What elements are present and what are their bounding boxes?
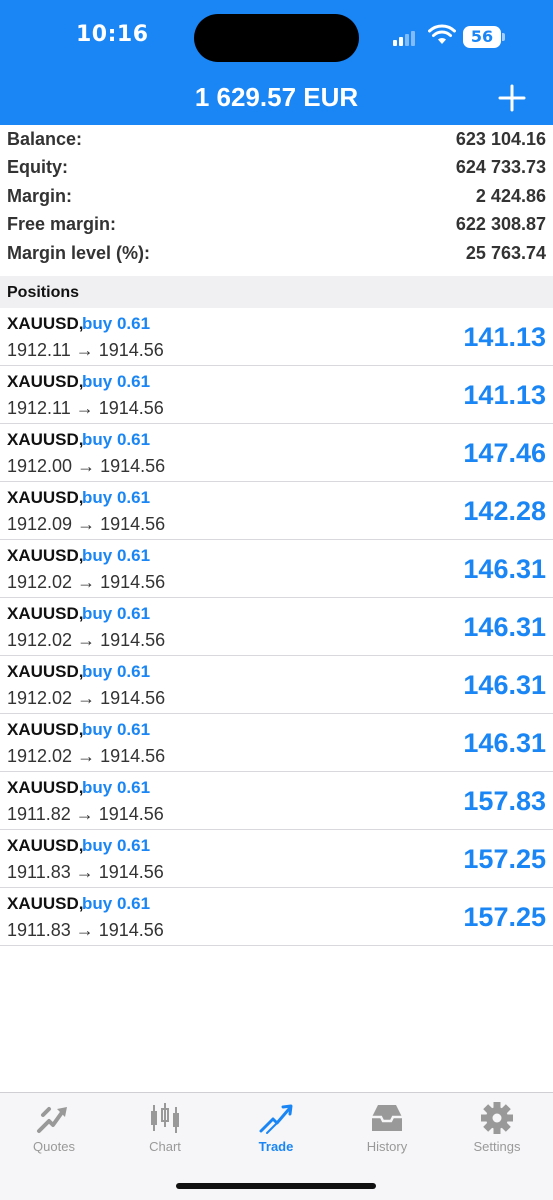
position-type: buy 0.61 [82, 778, 151, 797]
position-symbol: XAUUSD, [7, 720, 84, 739]
position-symbol: XAUUSD, [7, 430, 84, 449]
position-prices: 1911.82 → 1914.56 [7, 804, 164, 824]
equity-row: Equity: 624 733.73 [0, 154, 553, 183]
balance-row: Balance: 623 104.16 [0, 125, 553, 154]
position-type: buy 0.61 [82, 546, 151, 565]
tab-history[interactable]: History [347, 1101, 427, 1154]
position-symbol: XAUUSD, [7, 314, 84, 333]
margin-label: Margin: [7, 185, 72, 206]
position-profit: 146.31 [463, 670, 546, 700]
position-profit: 146.31 [463, 728, 546, 758]
position-prices: 1912.02 → 1914.56 [7, 572, 166, 592]
status-time: 10:16 [76, 22, 149, 47]
position-type: buy 0.61 [82, 430, 151, 449]
position-row[interactable]: XAUUSD, buy 0.61 1911.83 → 1914.56 157.2… [0, 830, 553, 888]
margin-level-row: Margin level (%): 25 763.74 [0, 239, 553, 268]
position-symbol: XAUUSD, [7, 546, 84, 565]
gear-icon [481, 1102, 513, 1134]
position-prices: 1911.83 → 1914.56 [7, 920, 164, 940]
tab-chart-label: Chart [149, 1139, 181, 1154]
position-profit: 147.46 [463, 438, 546, 468]
chart-icon [151, 1103, 179, 1133]
position-prices: 1912.02 → 1914.56 [7, 630, 166, 650]
position-row[interactable]: XAUUSD, buy 0.61 1912.02 → 1914.56 146.3… [0, 540, 553, 598]
position-profit: 157.25 [463, 844, 546, 874]
position-type: buy 0.61 [82, 604, 151, 623]
quotes-icon [37, 1107, 67, 1133]
position-prices: 1912.02 → 1914.56 [7, 746, 166, 766]
account-summary: Balance: 623 104.16 Equity: 624 733.73 M… [0, 125, 553, 268]
tab-history-label: History [366, 1139, 408, 1154]
position-row[interactable]: XAUUSD, buy 0.61 1912.02 → 1914.56 146.3… [0, 656, 553, 714]
free-margin-row: Free margin: 622 308.87 [0, 211, 553, 240]
position-type: buy 0.61 [82, 836, 151, 855]
position-type: buy 0.61 [82, 720, 151, 739]
positions-list: XAUUSD, buy 0.61 1912.11 → 1914.56 141.1… [0, 308, 553, 946]
position-profit: 141.13 [463, 380, 546, 410]
free-margin-label: Free margin: [7, 214, 117, 235]
positions-section-header: Positions [0, 276, 553, 308]
margin-row: Margin: 2 424.86 [0, 182, 553, 211]
position-prices: 1912.00 → 1914.56 [7, 456, 166, 476]
position-symbol: XAUUSD, [7, 488, 84, 507]
tab-trade-label: Trade [258, 1139, 294, 1154]
tab-trade[interactable]: Trade [236, 1101, 316, 1154]
history-icon [372, 1105, 402, 1131]
margin-level-value: 25 763.74 [465, 242, 546, 263]
position-symbol: XAUUSD, [7, 778, 84, 797]
tab-chart[interactable]: Chart [125, 1101, 205, 1154]
battery-indicator: 56 [463, 26, 501, 48]
app-header: 10:16 56 1 629.57 EUR [0, 0, 553, 125]
position-prices: 1912.11 → 1914.56 [7, 340, 164, 360]
position-symbol: XAUUSD, [7, 836, 84, 855]
position-symbol: XAUUSD, [7, 604, 84, 623]
tab-quotes[interactable]: Quotes [14, 1101, 94, 1154]
cellular-signal-icon [393, 28, 419, 46]
position-row[interactable]: XAUUSD, buy 0.61 1912.09 → 1914.56 142.2… [0, 482, 553, 540]
position-row[interactable]: XAUUSD, buy 0.61 1911.82 → 1914.56 157.8… [0, 772, 553, 830]
position-profit: 142.28 [463, 496, 546, 526]
position-type: buy 0.61 [82, 314, 151, 333]
position-prices: 1912.02 → 1914.56 [7, 688, 166, 708]
tab-quotes-label: Quotes [33, 1139, 75, 1154]
position-type: buy 0.61 [82, 894, 151, 913]
wifi-icon [428, 24, 456, 44]
position-symbol: XAUUSD, [7, 894, 84, 913]
home-indicator [176, 1183, 376, 1189]
page-title: 1 629.57 EUR [194, 82, 359, 112]
position-symbol: XAUUSD, [7, 662, 84, 681]
position-row[interactable]: XAUUSD, buy 0.61 1912.02 → 1914.56 146.3… [0, 714, 553, 772]
position-profit: 157.25 [463, 902, 546, 932]
equity-label: Equity: [7, 157, 68, 178]
position-prices: 1912.11 → 1914.56 [7, 398, 164, 418]
position-profit: 141.13 [463, 322, 546, 352]
position-type: buy 0.61 [82, 488, 151, 507]
balance-value: 623 104.16 [455, 128, 546, 149]
add-order-button[interactable] [494, 80, 530, 116]
dynamic-island [194, 14, 359, 62]
equity-value: 624 733.73 [455, 157, 546, 178]
position-row[interactable]: XAUUSD, buy 0.61 1912.00 → 1914.56 147.4… [0, 424, 553, 482]
margin-level-label: Margin level (%): [7, 242, 151, 263]
position-row[interactable]: XAUUSD, buy 0.61 1912.02 → 1914.56 146.3… [0, 598, 553, 656]
position-profit: 146.31 [463, 554, 546, 584]
trade-icon [259, 1104, 293, 1134]
position-row[interactable]: XAUUSD, buy 0.61 1912.11 → 1914.56 141.1… [0, 366, 553, 424]
position-type: buy 0.61 [82, 372, 151, 391]
tab-settings-label: Settings [473, 1139, 521, 1154]
position-type: buy 0.61 [82, 662, 151, 681]
position-prices: 1911.83 → 1914.56 [7, 862, 164, 882]
position-symbol: XAUUSD, [7, 372, 84, 391]
position-row[interactable]: XAUUSD, buy 0.61 1912.11 → 1914.56 141.1… [0, 308, 553, 366]
tab-settings[interactable]: Settings [457, 1101, 537, 1154]
position-profit: 157.83 [463, 786, 546, 816]
position-row[interactable]: XAUUSD, buy 0.61 1911.83 → 1914.56 157.2… [0, 888, 553, 946]
free-margin-value: 622 308.87 [455, 214, 546, 235]
position-profit: 146.31 [463, 612, 546, 642]
margin-value: 2 424.86 [475, 185, 546, 206]
position-prices: 1912.09 → 1914.56 [7, 514, 166, 534]
balance-label: Balance: [7, 128, 83, 149]
battery-nub [502, 33, 505, 41]
